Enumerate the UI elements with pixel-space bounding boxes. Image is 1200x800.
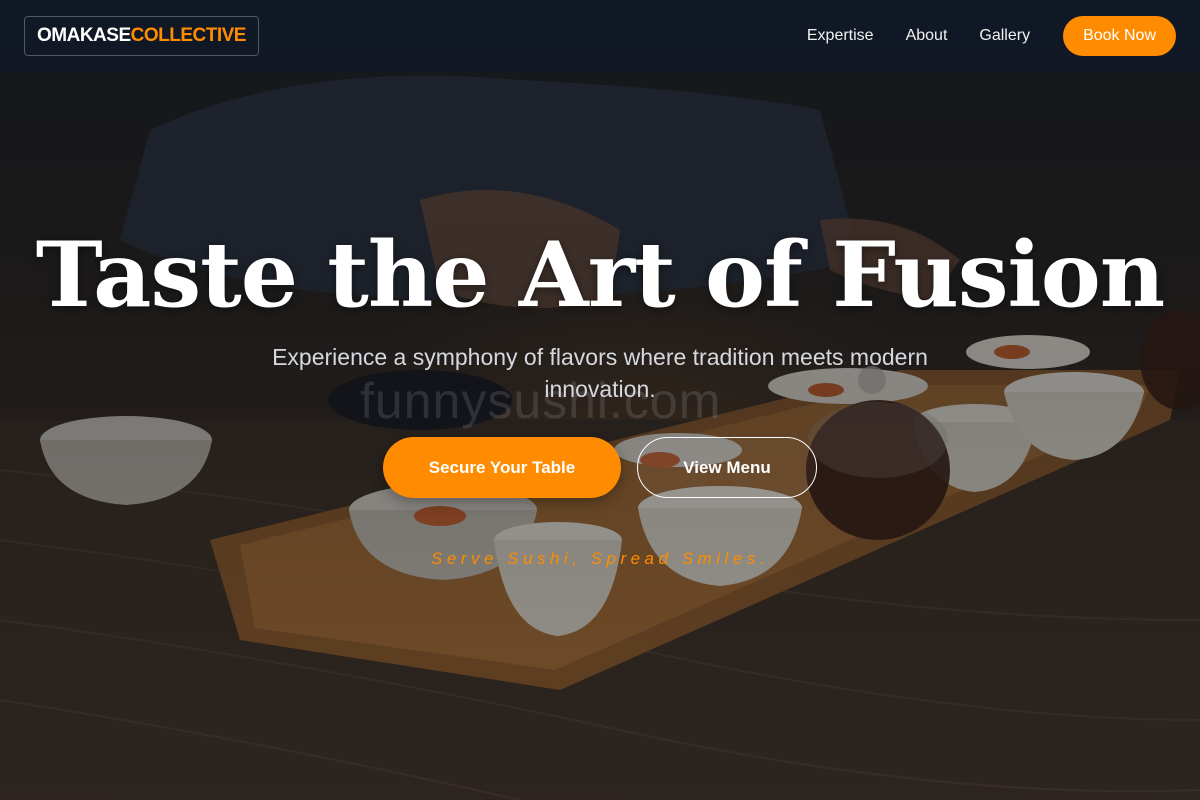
hero-subheading: Experience a symphony of flavors where t… xyxy=(272,344,928,402)
hero-tagline: Serve Sushi, Spread Smiles. xyxy=(431,549,769,568)
top-navbar: OMAKASE COLLECTIVE Expertise About Galler… xyxy=(0,0,1200,72)
secure-your-table-button[interactable]: Secure Your Table xyxy=(383,437,621,498)
nav-links: Expertise About Gallery Book Now xyxy=(775,16,1176,56)
nav-link-expertise[interactable]: Expertise xyxy=(807,27,874,45)
logo-text-primary: OMAKASE xyxy=(37,25,131,46)
view-menu-button[interactable]: View Menu xyxy=(637,437,817,498)
nav-link-about[interactable]: About xyxy=(906,27,948,45)
book-now-button[interactable]: Book Now xyxy=(1063,16,1176,56)
logo-text-secondary: COLLECTIVE xyxy=(130,25,247,46)
hero-section: Taste the Art of Fusion funnysushi.com E… xyxy=(0,0,1200,800)
nav-link-gallery[interactable]: Gallery xyxy=(979,27,1030,45)
brand-logo[interactable]: OMAKASE COLLECTIVE xyxy=(24,16,259,56)
hero-headline: Taste the Art of Fusion xyxy=(35,222,1165,328)
